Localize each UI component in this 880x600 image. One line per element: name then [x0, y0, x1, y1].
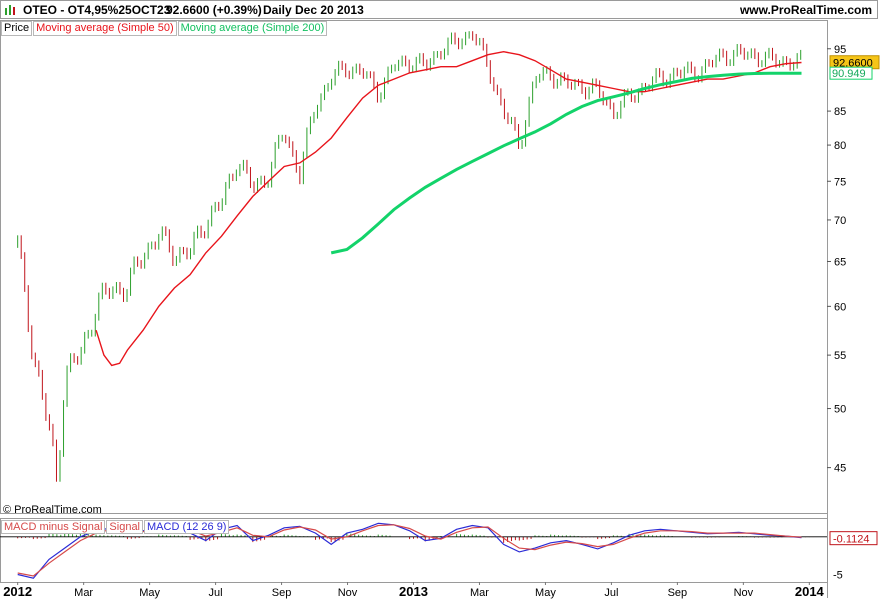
y-tick-label: 60	[834, 301, 846, 313]
y-tick-label: 45	[834, 463, 846, 475]
x-tick-label: Nov	[338, 587, 358, 599]
x-tick-label: Jul	[209, 587, 223, 599]
x-tick-label: Sep	[668, 587, 688, 599]
ma200-line	[330, 71, 802, 255]
y-tick-label: 70	[834, 215, 846, 227]
x-tick-label: Nov	[734, 587, 754, 599]
y-tick-label: 75	[834, 176, 846, 188]
y-tick-label: 80	[834, 140, 846, 152]
ma200-value-label: 90.949	[832, 68, 866, 80]
x-tick-label: Jul	[604, 587, 618, 599]
legend-macd[interactable]: MACD (12 26 9)	[144, 520, 230, 534]
x-tick-label: Sep	[272, 587, 292, 599]
macd-last-label: -0.1124	[833, 534, 870, 546]
chart-window: OTEO - OT4,95%25OCT23 92.6600 (+0.39%) D…	[0, 0, 880, 600]
y-tick-label: 55	[834, 350, 846, 362]
y-tick-label: 50	[834, 404, 846, 416]
x-tick-label: 2014	[795, 584, 825, 599]
copyright-text: © ProRealTime.com	[3, 504, 102, 516]
x-tick-label: 2013	[399, 584, 428, 599]
y-tick-label: 65	[834, 256, 846, 268]
price-panel-frame	[0, 20, 828, 514]
x-tick-label: 2012	[3, 584, 32, 599]
x-tick-label: Mar	[74, 587, 93, 599]
legend-macd-hist[interactable]: MACD minus Signal	[1, 520, 106, 534]
x-tick-label: Mar	[470, 587, 489, 599]
legend-signal[interactable]: Signal	[106, 520, 143, 534]
y-tick-label: 95	[834, 44, 846, 56]
price-chart[interactable]: 45 50 55 60 65 70 75 80 85 95 2012 Mar May Jul Sep Nov 2…	[0, 0, 880, 600]
ma50-line	[95, 50, 802, 367]
x-tick-label: May	[535, 587, 556, 599]
macd-legend: MACD minus Signal Signal MACD (12 26 9)	[1, 520, 230, 534]
macd-y-tick-label: -5	[833, 569, 843, 581]
x-tick-label: May	[139, 587, 160, 599]
y-tick-label: 85	[834, 106, 846, 118]
